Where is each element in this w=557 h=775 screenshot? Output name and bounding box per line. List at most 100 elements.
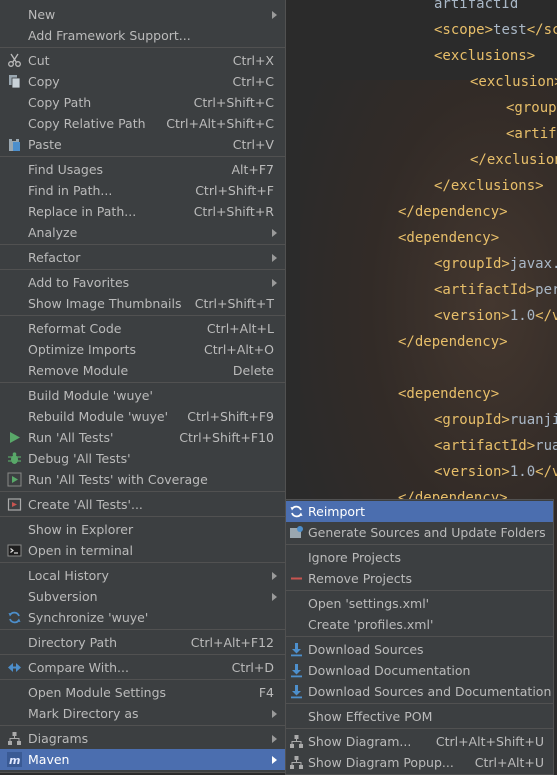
code-line[interactable]: <scope>test</scope	[434, 17, 557, 43]
menu-item-label: Directory Path	[28, 635, 118, 650]
menu-item-download-documentation[interactable]: Download Documentation	[286, 660, 553, 681]
menu-item-download-sources-and-documentation[interactable]: Download Sources and Documentation	[286, 681, 553, 702]
menu-item-label: Mark Directory as	[28, 706, 139, 721]
code-line[interactable]: <dependency>	[398, 225, 499, 251]
menu-item-diagrams[interactable]: Diagrams	[0, 728, 285, 749]
code-line[interactable]: <version>1.0</vers	[434, 459, 557, 485]
xml-tag: </vers	[535, 308, 557, 324]
menu-item-shortcut: Ctrl+Alt+Shift+C	[166, 116, 274, 131]
code-line[interactable]: <artifactI	[506, 121, 557, 147]
menu-item-maven[interactable]: m Maven	[0, 749, 285, 770]
menu-separator	[286, 728, 553, 729]
menu-item-remove-module[interactable]: Remove Module Delete	[0, 360, 285, 381]
menu-item-label: Download Sources and Documentation	[308, 684, 552, 699]
code-line[interactable]: <artifactId>ruanji	[434, 433, 557, 459]
code-text: persis	[535, 282, 557, 298]
code-line[interactable]: <exclusions>	[434, 43, 535, 69]
code-line[interactable]: <dependency>	[398, 381, 499, 407]
menu-item-rebuild-module-wuye[interactable]: Rebuild Module 'wuye' Ctrl+Shift+F9	[0, 406, 285, 427]
menu-item-label: Run 'All Tests'	[28, 430, 114, 445]
xml-tag: <version>	[434, 464, 510, 480]
menu-item-cut[interactable]: Cut Ctrl+X	[0, 50, 285, 71]
menu-item-show-image-thumbnails[interactable]: Show Image Thumbnails Ctrl+Shift+T	[0, 293, 285, 314]
menu-item-label: Compare With...	[28, 660, 129, 675]
menu-item-label: Open Module Settings	[28, 685, 167, 700]
menu-item-label: Copy Relative Path	[28, 116, 146, 131]
menu-item-generate-sources-and-update-folders[interactable]: Generate Sources and Update Folders	[286, 522, 553, 543]
menu-item-open-in-terminal[interactable]: Open in terminal	[0, 540, 285, 561]
menu-item-new[interactable]: New	[0, 4, 285, 25]
reimport-icon	[289, 504, 304, 519]
submenu-arrow-icon	[272, 572, 277, 580]
code-line[interactable]: </exclusions>	[434, 173, 544, 199]
menu-item-copy[interactable]: Copy Ctrl+C	[0, 71, 285, 92]
menu-item-ignore-projects[interactable]: Ignore Projects	[286, 547, 553, 568]
xml-tag: <artifactId>	[434, 282, 536, 298]
menu-item-build-module-wuye[interactable]: Build Module 'wuye'	[0, 385, 285, 406]
menu-item-open-settings-xml[interactable]: Open 'settings.xml'	[286, 593, 553, 614]
menu-item-directory-path[interactable]: Directory Path Ctrl+Alt+F12	[0, 632, 285, 653]
menu-item-paste[interactable]: Paste Ctrl+V	[0, 134, 285, 155]
code-line[interactable]: </exclusion>	[470, 147, 557, 173]
menu-separator	[0, 47, 285, 48]
code-line[interactable]: artifactId	[434, 0, 518, 17]
menu-item-create-profiles-xml[interactable]: Create 'profiles.xml'	[286, 614, 553, 635]
menu-item-compare-with[interactable]: Compare With... Ctrl+D	[0, 657, 285, 678]
menu-item-debug-all-tests[interactable]: Debug 'All Tests'	[0, 448, 285, 469]
menu-item-label: Synchronize 'wuye'	[28, 610, 149, 625]
menu-item-shortcut: Ctrl+Shift+F10	[179, 430, 274, 445]
menu-item-optimize-imports[interactable]: Optimize Imports Ctrl+Alt+O	[0, 339, 285, 360]
maven-submenu: Reimport Generate Sources and Update Fold…	[285, 499, 554, 775]
menu-item-synchronize-wuye[interactable]: Synchronize 'wuye'	[0, 607, 285, 628]
code-line[interactable]: <groupId>javax.per	[434, 251, 557, 277]
menu-item-remove-projects[interactable]: Remove Projects	[286, 568, 553, 589]
code-line[interactable]: </dependency>	[398, 329, 508, 355]
code-line[interactable]: <groupId>ruanjiami	[434, 407, 557, 433]
menu-item-copy-relative-path[interactable]: Copy Relative Path Ctrl+Alt+Shift+C	[0, 113, 285, 134]
menu-item-reimport[interactable]: Reimport	[286, 501, 553, 522]
menu-item-show-diagram[interactable]: Show Diagram... Ctrl+Alt+Shift+U	[286, 731, 553, 752]
menu-item-label: Add Framework Support...	[28, 28, 191, 43]
menu-separator	[286, 590, 553, 591]
menu-item-create-all-tests[interactable]: Create 'All Tests'...	[0, 494, 285, 515]
menu-item-find-usages[interactable]: Find Usages Alt+F7	[0, 159, 285, 180]
code-line[interactable]: </dependency>	[398, 199, 508, 225]
menu-item-local-history[interactable]: Local History	[0, 565, 285, 586]
menu-item-replace-in-path[interactable]: Replace in Path... Ctrl+Shift+R	[0, 201, 285, 222]
menu-item-mark-directory-as[interactable]: Mark Directory as	[0, 703, 285, 724]
menu-item-label: Subversion	[28, 589, 98, 604]
menu-item-find-in-path[interactable]: Find in Path... Ctrl+Shift+F	[0, 180, 285, 201]
code-line[interactable]: <artifactId>persis	[434, 277, 557, 303]
menu-item-show-in-explorer[interactable]: Show in Explorer	[0, 519, 285, 540]
menu-item-label: Create 'profiles.xml'	[308, 617, 434, 632]
menu-item-label: Optimize Imports	[28, 342, 137, 357]
menu-item-run-all-tests-with-coverage[interactable]: Run 'All Tests' with Coverage	[0, 469, 285, 490]
submenu-arrow-icon	[272, 593, 277, 601]
menu-item-add-to-favorites[interactable]: Add to Favorites	[0, 272, 285, 293]
menu-item-show-effective-pom[interactable]: Show Effective POM	[286, 706, 553, 727]
coverage-icon	[7, 472, 22, 487]
menu-separator	[0, 269, 285, 270]
code-text: ruanji	[535, 438, 557, 454]
menu-item-analyze[interactable]: Analyze	[0, 222, 285, 243]
code-line[interactable]: <exclusion>	[470, 69, 557, 95]
menu-item-shortcut: Ctrl+Alt+L	[206, 321, 274, 336]
menu-item-refactor[interactable]: Refactor	[0, 247, 285, 268]
code-line[interactable]: <groupId>c	[506, 95, 557, 121]
menu-item-download-sources[interactable]: Download Sources	[286, 639, 553, 660]
menu-item-reformat-code[interactable]: Reformat Code Ctrl+Alt+L	[0, 318, 285, 339]
code-line[interactable]: <version>1.0</vers	[434, 303, 557, 329]
submenu-arrow-icon	[272, 11, 277, 19]
menu-item-open-module-settings[interactable]: Open Module Settings F4	[0, 682, 285, 703]
menu-item-subversion[interactable]: Subversion	[0, 586, 285, 607]
menu-item-show-diagram-popup[interactable]: Show Diagram Popup... Ctrl+Alt+U	[286, 752, 553, 773]
menu-item-run-all-tests[interactable]: Run 'All Tests' Ctrl+Shift+F10	[0, 427, 285, 448]
menu-item-shortcut: Ctrl+C	[232, 74, 274, 89]
menu-item-shortcut: Ctrl+Alt+F12	[190, 635, 274, 650]
xml-tag: </vers	[535, 464, 557, 480]
menu-item-add-framework-support[interactable]: Add Framework Support...	[0, 25, 285, 46]
sync-icon	[7, 610, 22, 625]
xml-tag: <version>	[434, 308, 510, 324]
menu-item-copy-path[interactable]: Copy Path Ctrl+Shift+C	[0, 92, 285, 113]
scissors-icon	[7, 53, 22, 68]
